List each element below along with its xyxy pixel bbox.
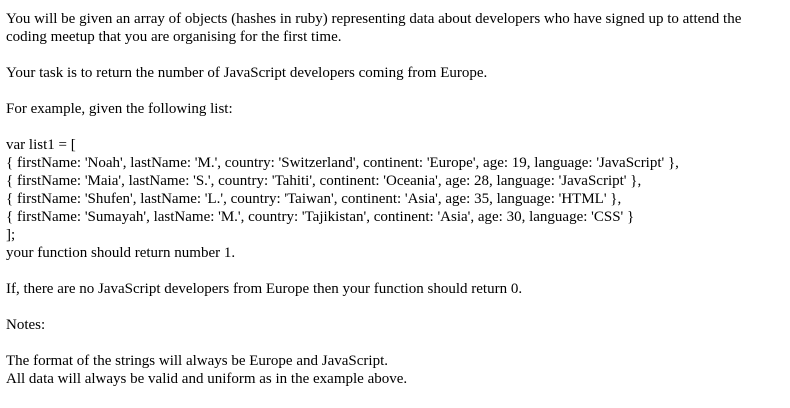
kata-description: You will be given an array of objects (h… <box>0 0 790 388</box>
code-line: { firstName: 'Maia', lastName: 'S.', cou… <box>6 173 642 189</box>
intro-paragraph: You will be given an array of objects (h… <box>6 11 742 45</box>
code-line: { firstName: 'Noah', lastName: 'M.', cou… <box>6 155 679 171</box>
notes-heading: Notes: <box>6 317 46 333</box>
note-line: All data will always be valid and unifor… <box>6 371 408 387</box>
note-line: The format of the strings will always be… <box>6 353 388 369</box>
no-devs-paragraph: If, there are no JavaScript developers f… <box>6 281 523 297</box>
task-paragraph: Your task is to return the number of Jav… <box>6 65 488 81</box>
notes-block: The format of the strings will always be… <box>6 352 784 388</box>
example-intro-paragraph: For example, given the following list: <box>6 101 233 117</box>
code-line: var list1 = [ <box>6 137 76 153</box>
result-paragraph: your function should return number 1. <box>6 245 236 261</box>
code-line: { firstName: 'Sumayah', lastName: 'M.', … <box>6 209 635 225</box>
code-line: { firstName: 'Shufen', lastName: 'L.', c… <box>6 191 622 207</box>
example-code-block: var list1 = [ { firstName: 'Noah', lastN… <box>6 136 784 244</box>
code-line: ]; <box>6 227 16 243</box>
